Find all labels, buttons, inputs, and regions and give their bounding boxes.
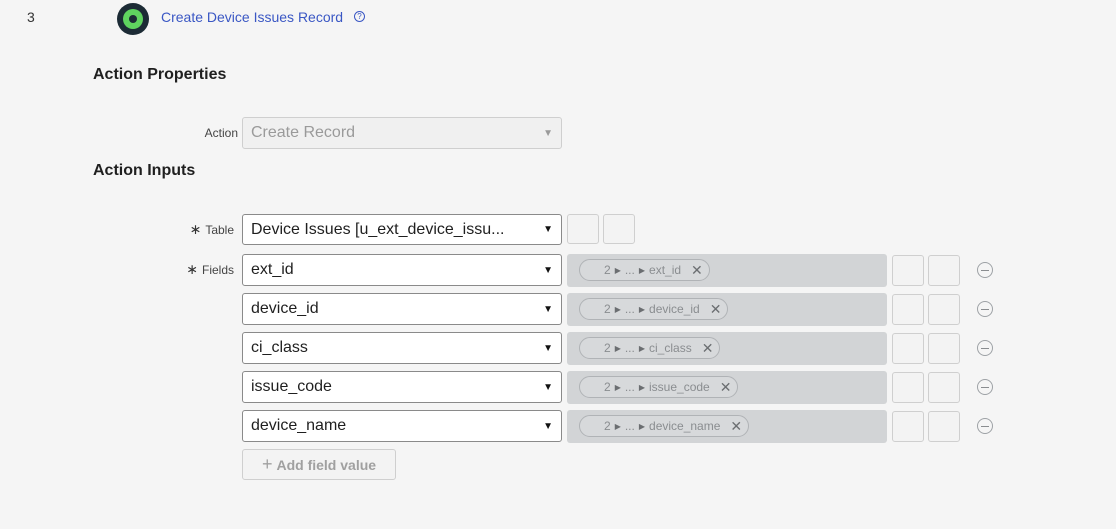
data-pill[interactable]: 2 ▶... ▶ device_name ✕ <box>579 415 750 437</box>
field-value-input[interactable]: 2 ▶... ▶ ci_class ✕ <box>567 332 887 365</box>
remove-pill-icon[interactable]: ✕ <box>702 340 714 357</box>
pill-value: device_name <box>649 419 721 433</box>
pill-ellipsis: ... <box>624 380 635 394</box>
chevron-down-icon: ▼ <box>543 127 553 139</box>
chevron-down-icon: ▼ <box>543 264 553 276</box>
required-marker: ∗ <box>189 221 202 237</box>
field-reference-button[interactable] <box>928 333 960 364</box>
caret-right-icon: ▶ <box>614 382 621 392</box>
caret-right-icon: ▶ <box>638 304 646 314</box>
field-data-pill-button[interactable] <box>892 411 924 442</box>
caret-right-icon: ▶ <box>638 343 646 353</box>
pill-ellipsis: ... <box>624 419 635 433</box>
field-name-value: ci_class <box>251 339 308 356</box>
chevron-down-icon: ▼ <box>543 224 553 235</box>
field-name-select[interactable]: issue_code ▼ <box>242 371 562 403</box>
field-name-value: device_name <box>251 417 347 434</box>
field-name-value: device_id <box>251 300 319 317</box>
pill-ellipsis: ... <box>624 263 635 277</box>
field-name-select[interactable]: ci_class ▼ <box>242 332 562 364</box>
add-field-value-button[interactable]: + Add field value <box>242 449 396 480</box>
remove-pill-icon[interactable]: ✕ <box>691 262 703 279</box>
remove-pill-icon[interactable]: ✕ <box>710 301 722 318</box>
action-properties-heading: Action Properties <box>93 66 227 83</box>
remove-field-icon[interactable] <box>977 379 993 395</box>
fields-label: ∗ Fields <box>170 261 234 278</box>
field-name-select[interactable]: device_id ▼ <box>242 293 562 325</box>
caret-right-icon: ▶ <box>614 304 621 314</box>
data-pill[interactable]: 2 ▶... ▶ ext_id ✕ <box>579 259 710 281</box>
caret-right-icon: ▶ <box>614 265 621 275</box>
field-data-pill-button[interactable] <box>892 372 924 403</box>
action-select: Create Record ▼ <box>242 117 562 149</box>
action-inputs-heading: Action Inputs <box>93 162 196 179</box>
add-field-value-label: Add field value <box>276 456 377 473</box>
pill-step-number: 2 <box>604 419 611 433</box>
field-name-select[interactable]: device_name ▼ <box>242 410 562 442</box>
pill-value: ci_class <box>649 341 692 355</box>
field-name-select[interactable]: ext_id ▼ <box>242 254 562 286</box>
field-value-input[interactable]: 2 ▶... ▶ device_id ✕ <box>567 293 887 326</box>
action-select-value: Create Record <box>251 124 356 141</box>
action-label: Action <box>204 126 238 140</box>
caret-right-icon: ▶ <box>614 343 621 353</box>
field-name-value: issue_code <box>251 378 332 395</box>
field-name-value: ext_id <box>251 261 294 278</box>
remove-pill-icon[interactable]: ✕ <box>730 418 742 435</box>
field-value-input[interactable]: 2 ▶... ▶ ext_id ✕ <box>567 254 887 287</box>
pill-ellipsis: ... <box>624 302 635 316</box>
chevron-down-icon: ▼ <box>543 420 553 432</box>
field-reference-button[interactable] <box>928 372 960 403</box>
caret-right-icon: ▶ <box>638 265 646 275</box>
step-title-link[interactable]: Create Device Issues Record <box>161 9 343 25</box>
fields-label-text: Fields <box>201 263 234 277</box>
step-number: 3 <box>27 9 35 25</box>
remove-field-icon[interactable] <box>977 340 993 356</box>
data-pill[interactable]: 2 ▶... ▶ issue_code ✕ <box>579 376 739 398</box>
pill-value: device_id <box>649 302 700 316</box>
plus-icon: + <box>261 454 273 474</box>
table-data-pill-button[interactable] <box>567 214 599 244</box>
data-pill[interactable]: 2 ▶... ▶ ci_class ✕ <box>579 337 721 359</box>
table-select-value: Device Issues [u_ext_device_issu... <box>251 220 505 238</box>
record-action-icon <box>117 3 149 35</box>
pill-step-number: 2 <box>604 341 611 355</box>
table-reference-button[interactable] <box>603 214 635 244</box>
table-select[interactable]: Device Issues [u_ext_device_issu... ▼ <box>242 214 562 245</box>
remove-field-icon[interactable] <box>977 418 993 434</box>
field-reference-button[interactable] <box>928 294 960 325</box>
pill-step-number: 2 <box>604 302 611 316</box>
field-data-pill-button[interactable] <box>892 333 924 364</box>
pill-step-number: 2 <box>604 380 611 394</box>
caret-right-icon: ▶ <box>638 382 646 392</box>
question-circle-icon[interactable]: ? <box>354 11 365 22</box>
table-label: ∗ Table <box>170 221 234 238</box>
chevron-down-icon: ▼ <box>543 342 553 354</box>
required-marker: ∗ <box>186 261 198 277</box>
field-data-pill-button[interactable] <box>892 294 924 325</box>
field-reference-button[interactable] <box>928 411 960 442</box>
data-pill[interactable]: 2 ▶... ▶ device_id ✕ <box>579 298 729 320</box>
chevron-down-icon: ▼ <box>543 381 553 393</box>
caret-right-icon: ▶ <box>638 421 646 431</box>
field-reference-button[interactable] <box>928 255 960 286</box>
field-value-input[interactable]: 2 ▶... ▶ device_name ✕ <box>567 410 887 443</box>
pill-step-number: 2 <box>604 263 611 277</box>
table-label-text: Table <box>205 223 234 237</box>
remove-field-icon[interactable] <box>977 301 993 317</box>
chevron-down-icon: ▼ <box>543 303 553 315</box>
remove-pill-icon[interactable]: ✕ <box>720 379 732 396</box>
field-data-pill-button[interactable] <box>892 255 924 286</box>
field-value-input[interactable]: 2 ▶... ▶ issue_code ✕ <box>567 371 887 404</box>
pill-value: issue_code <box>649 380 710 394</box>
pill-ellipsis: ... <box>624 341 635 355</box>
pill-value: ext_id <box>649 263 682 277</box>
caret-right-icon: ▶ <box>614 421 621 431</box>
remove-field-icon[interactable] <box>977 262 993 278</box>
